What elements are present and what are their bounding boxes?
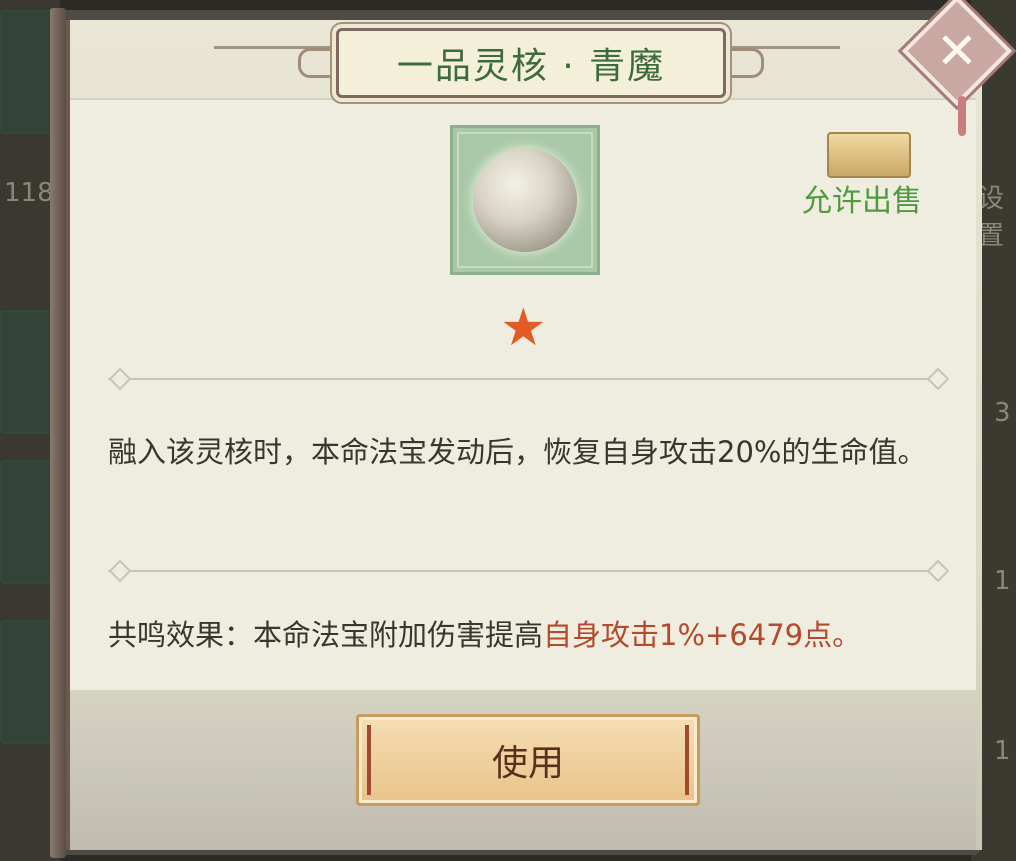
divider bbox=[108, 378, 946, 380]
background-right-text: 设置 bbox=[978, 184, 1005, 251]
resonance-label: 共鸣效果：本命法宝附加伤害提高 bbox=[108, 618, 544, 652]
item-icon-inner bbox=[457, 132, 593, 268]
background-slot bbox=[0, 460, 56, 584]
background-slot bbox=[0, 310, 56, 434]
background-number: 118 bbox=[4, 178, 54, 208]
use-button-label: 使用 bbox=[491, 743, 564, 784]
background-slot bbox=[0, 620, 56, 744]
divider bbox=[108, 570, 946, 572]
background-right-number: 1 bbox=[994, 736, 1011, 766]
close-icon: ✕ bbox=[936, 22, 978, 80]
star-rating-icon: ★ bbox=[500, 298, 547, 358]
treasure-chest-icon bbox=[827, 132, 911, 178]
sell-status: 允许出售 bbox=[802, 184, 922, 219]
tassel-ornament bbox=[958, 96, 966, 136]
effect-description: 融入该灵核时，本命法宝发动后，恢复自身攻击20%的生命值。 bbox=[108, 435, 927, 469]
title-plate: 一品灵核 · 青魔 bbox=[336, 28, 726, 98]
background-right-number: 1 bbox=[994, 566, 1011, 596]
dialog-left-bar bbox=[50, 8, 66, 858]
background-right-number: 3 bbox=[994, 398, 1011, 428]
button-rod-right bbox=[685, 725, 689, 795]
resonance-effect: 共鸣效果：本命法宝附加伤害提高自身攻击1%+6479点。 bbox=[108, 612, 938, 654]
background-slot bbox=[0, 10, 56, 134]
dialog-title: 一品灵核 · 青魔 bbox=[396, 46, 666, 87]
button-rod-left bbox=[367, 725, 371, 795]
resonance-value: 自身攻击1%+6479点。 bbox=[543, 618, 862, 652]
use-button[interactable]: 使用 bbox=[356, 714, 700, 806]
item-icon-frame bbox=[450, 125, 600, 275]
spirit-core-orb-icon bbox=[473, 148, 577, 252]
